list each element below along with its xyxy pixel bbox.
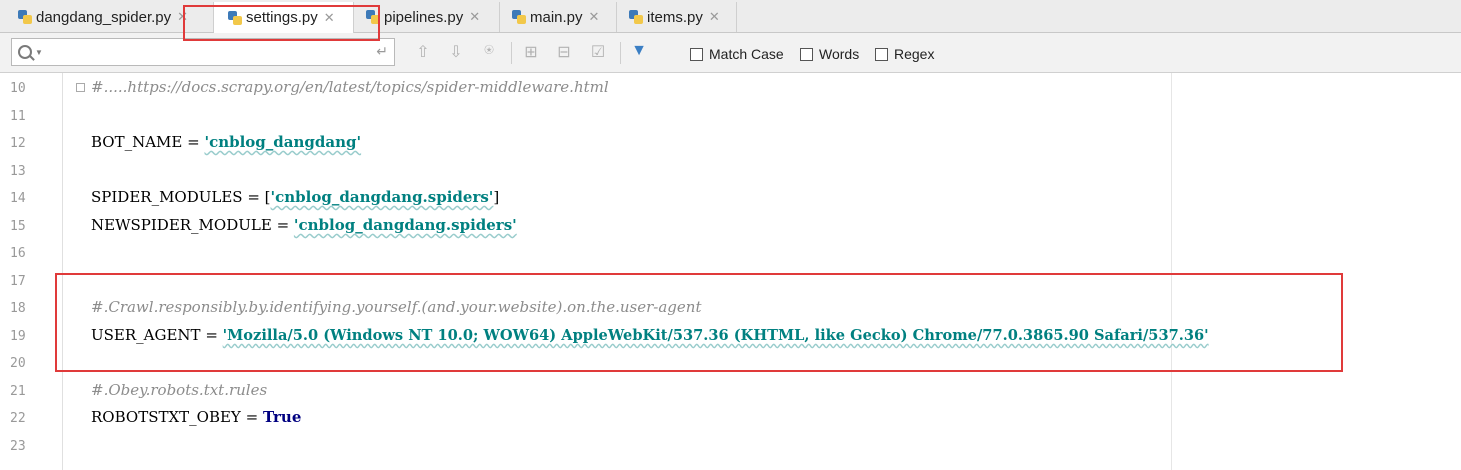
- python-file-icon: [512, 10, 526, 24]
- close-icon[interactable]: ✕: [324, 10, 335, 26]
- close-icon[interactable]: ✕: [589, 9, 600, 25]
- editor-tab-bar: dangdang_spider.py ✕ settings.py ✕ pipel…: [0, 0, 1461, 33]
- tab-label: dangdang_spider.py: [36, 8, 172, 26]
- close-icon[interactable]: ✕: [469, 9, 480, 25]
- search-icon[interactable]: [18, 45, 32, 59]
- code-line[interactable]: 15 NEWSPIDER_MODULE = 'cnblog_dangdang.s…: [0, 213, 1461, 240]
- line-number: 14: [10, 191, 26, 206]
- search-input[interactable]: [48, 42, 372, 64]
- code-line[interactable]: 23: [0, 433, 1461, 460]
- code-text: NEWSPIDER_MODULE = 'cnblog_dangdang.spid…: [91, 216, 517, 234]
- line-number: 23: [10, 439, 26, 454]
- tab-pipelines[interactable]: pipelines.py ✕: [354, 2, 500, 32]
- python-file-icon: [228, 10, 242, 25]
- line-number: 21: [10, 384, 26, 399]
- match-case-checkbox[interactable]: Match Case: [690, 46, 784, 62]
- line-number: 20: [10, 356, 26, 371]
- add-occurrence-icon[interactable]: ⊞: [520, 42, 542, 62]
- code-line[interactable]: 10 #.....https://docs.scrapy.org/en/late…: [0, 75, 1461, 102]
- fold-icon[interactable]: [76, 83, 85, 92]
- regex-label: Regex: [894, 46, 935, 62]
- tab-label: main.py: [530, 8, 583, 26]
- match-case-label: Match Case: [709, 46, 784, 62]
- line-number: 11: [10, 109, 26, 124]
- line-number: 18: [10, 301, 26, 316]
- words-label: Words: [819, 46, 860, 62]
- checkbox-box[interactable]: [800, 47, 813, 61]
- code-text: SPIDER_MODULES = ['cnblog_dangdang.spide…: [91, 188, 500, 206]
- toolbar-separator: [620, 42, 621, 64]
- tab-label: pipelines.py: [384, 8, 464, 26]
- code-comment: #.Crawl.responsibly.by.identifying.yours…: [91, 298, 702, 316]
- tab-label: settings.py: [246, 9, 318, 26]
- code-line[interactable]: 11: [0, 103, 1461, 130]
- code-line[interactable]: 13: [0, 158, 1461, 185]
- find-all-icon[interactable]: ⍟: [478, 42, 500, 60]
- line-number: 13: [10, 164, 26, 179]
- tab-label: items.py: [647, 8, 703, 26]
- python-file-icon: [366, 10, 380, 24]
- python-file-icon: [18, 10, 32, 24]
- code-text: USER_AGENT = 'Mozilla/5.0 (Windows NT 10…: [91, 326, 1209, 344]
- tab-items[interactable]: items.py ✕: [617, 2, 737, 32]
- checkbox-box[interactable]: [875, 47, 888, 61]
- line-number: 15: [10, 219, 26, 234]
- code-comment: #.....https://docs.scrapy.org/en/latest/…: [91, 78, 609, 96]
- remove-occurrence-icon[interactable]: ⊟: [553, 42, 575, 62]
- next-occurrence-icon[interactable]: ⇩: [445, 42, 467, 62]
- tab-main[interactable]: main.py ✕: [500, 2, 617, 32]
- code-line[interactable]: 16: [0, 240, 1461, 267]
- line-number: 19: [10, 329, 26, 344]
- code-comment: #.Obey.robots.txt.rules: [91, 381, 268, 399]
- code-text: ROBOTSTXT_OBEY = True: [91, 408, 302, 426]
- regex-checkbox[interactable]: Regex: [875, 46, 934, 62]
- search-field[interactable]: ▼ ↵: [11, 38, 395, 66]
- code-line[interactable]: 12 BOT_NAME = 'cnblog_dangdang': [0, 130, 1461, 157]
- toolbar-separator: [511, 42, 512, 64]
- line-number: 22: [10, 411, 26, 426]
- select-all-occurrences-icon[interactable]: ☑: [587, 42, 609, 62]
- code-line[interactable]: 20: [0, 350, 1461, 377]
- line-number: 17: [10, 274, 26, 289]
- new-line-icon[interactable]: ↵: [376, 43, 388, 60]
- tab-dangdang-spider[interactable]: dangdang_spider.py ✕: [0, 2, 214, 32]
- chevron-down-icon[interactable]: ▼: [35, 48, 43, 57]
- close-icon[interactable]: ✕: [709, 9, 720, 25]
- tab-settings[interactable]: settings.py ✕: [214, 2, 354, 33]
- checkbox-box[interactable]: [690, 47, 703, 61]
- code-line[interactable]: 14 SPIDER_MODULES = ['cnblog_dangdang.sp…: [0, 185, 1461, 212]
- words-checkbox[interactable]: Words: [800, 46, 859, 62]
- code-line[interactable]: 17: [0, 268, 1461, 295]
- previous-occurrence-icon[interactable]: ⇧: [412, 42, 434, 62]
- line-number: 16: [10, 246, 26, 261]
- code-line[interactable]: 21 #.Obey.robots.txt.rules: [0, 378, 1461, 405]
- line-number: 12: [10, 136, 26, 151]
- filter-icon[interactable]: ▼: [628, 42, 650, 60]
- line-number: 10: [10, 81, 26, 96]
- code-text: BOT_NAME = 'cnblog_dangdang': [91, 133, 362, 151]
- code-line[interactable]: 18 #.Crawl.responsibly.by.identifying.yo…: [0, 295, 1461, 322]
- python-file-icon: [629, 10, 643, 24]
- close-icon[interactable]: ✕: [177, 9, 188, 25]
- code-line[interactable]: 22 ROBOTSTXT_OBEY = True: [0, 405, 1461, 432]
- code-line[interactable]: 19 USER_AGENT = 'Mozilla/5.0 (Windows NT…: [0, 323, 1461, 350]
